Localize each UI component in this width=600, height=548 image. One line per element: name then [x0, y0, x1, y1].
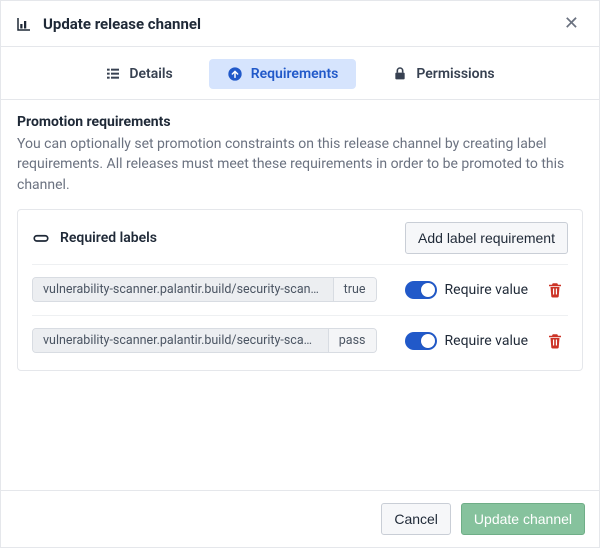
upload-circle-icon: [227, 66, 243, 82]
add-label-requirement-button[interactable]: Add label requirement: [405, 222, 568, 254]
tab-requirements[interactable]: Requirements: [209, 59, 357, 89]
trash-icon: [546, 281, 564, 299]
label-pill[interactable]: vulnerability-scanner.palantir.build/sec…: [32, 277, 377, 302]
dialog-content: Promotion requirements You can optionall…: [1, 100, 599, 490]
required-labels-panel: Required labels Add label requirement vu…: [17, 209, 583, 371]
chart-icon: [15, 15, 33, 33]
tab-label: Requirements: [251, 66, 339, 82]
section-description: You can optionally set promotion constra…: [17, 134, 583, 195]
update-channel-button[interactable]: Update channel: [461, 503, 585, 535]
require-value-toggle[interactable]: [405, 281, 437, 299]
tab-label: Details: [129, 66, 172, 82]
close-button[interactable]: ✕: [558, 11, 585, 36]
details-icon: [105, 66, 121, 82]
tab-label: Permissions: [416, 66, 494, 82]
require-value-label: Require value: [445, 282, 528, 298]
trash-icon: [546, 332, 564, 350]
lock-icon: [392, 66, 408, 82]
label-requirement-row: vulnerability-scanner.palantir.build/sec…: [32, 264, 568, 315]
label-icon: [32, 229, 50, 247]
tab-details[interactable]: Details: [87, 59, 190, 89]
dialog-header: Update release channel ✕: [1, 1, 599, 47]
tab-permissions[interactable]: Permissions: [374, 59, 512, 89]
tabs: Details Requirements Permissions: [1, 47, 599, 100]
section-heading: Promotion requirements: [17, 114, 583, 130]
require-value-label: Require value: [445, 333, 528, 349]
cancel-button[interactable]: Cancel: [381, 503, 451, 535]
close-icon: ✕: [564, 13, 579, 33]
label-value: pass: [328, 329, 376, 352]
delete-row-button[interactable]: [542, 277, 568, 303]
label-key: vulnerability-scanner.palantir.build/sec…: [33, 278, 333, 301]
dialog-title: Update release channel: [43, 15, 201, 33]
label-value: true: [333, 278, 376, 301]
label-pill[interactable]: vulnerability-scanner.palantir.build/sec…: [32, 328, 377, 353]
delete-row-button[interactable]: [542, 328, 568, 354]
label-key: vulnerability-scanner.palantir.build/sec…: [33, 329, 328, 352]
update-release-channel-dialog: Update release channel ✕ Details: [0, 0, 600, 548]
dialog-footer: Cancel Update channel: [1, 490, 599, 547]
panel-title: Required labels: [60, 230, 157, 246]
require-value-toggle[interactable]: [405, 332, 437, 350]
label-requirement-row: vulnerability-scanner.palantir.build/sec…: [32, 315, 568, 366]
